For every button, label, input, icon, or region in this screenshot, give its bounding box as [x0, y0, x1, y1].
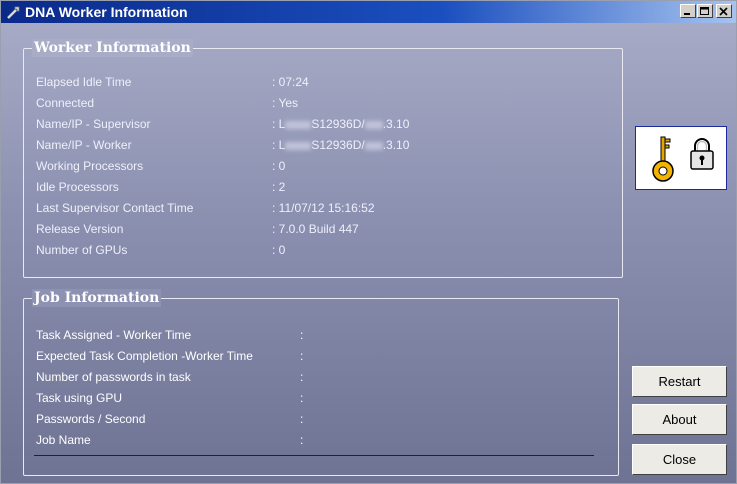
expected-completion-value: : — [300, 349, 304, 363]
task-using-gpu-label: Task using GPU — [36, 391, 123, 405]
tools-icon — [6, 4, 22, 20]
window-title: DNA Worker Information — [25, 4, 188, 20]
key-icon — [650, 133, 676, 187]
close-button[interactable]: Close — [632, 444, 727, 475]
passwords-in-task-label: Number of passwords in task — [36, 370, 191, 384]
last-contact-value: : 11/07/12 15:16:52 — [272, 201, 375, 215]
restart-button[interactable]: Restart — [632, 366, 727, 397]
task-using-gpu-value: : — [300, 391, 304, 405]
release-version-label: Release Version — [36, 222, 124, 236]
about-button[interactable]: About — [632, 404, 727, 435]
redacted-text — [285, 141, 312, 150]
passwords-per-second-label: Passwords / Second — [36, 412, 146, 426]
close-window-button[interactable] — [716, 4, 732, 18]
number-of-gpus-value: : 0 — [272, 243, 286, 257]
passwords-per-second-value: : — [300, 412, 304, 426]
expected-completion-label: Expected Task Completion -Worker Time — [36, 349, 253, 363]
dna-worker-window: DNA Worker Information Worker Informatio… — [0, 0, 737, 484]
padlock-icon — [688, 137, 716, 175]
job-information-group: Job Information Task Assigned - Worker T… — [23, 289, 619, 476]
redacted-text — [364, 120, 383, 129]
working-processors-label: Working Processors — [36, 159, 144, 173]
task-assigned-label: Task Assigned - Worker Time — [36, 328, 192, 342]
number-of-gpus-label: Number of GPUs — [36, 243, 128, 257]
task-assigned-value: : — [300, 328, 304, 342]
worker-information-group: Worker Information Elapsed Idle Time : 0… — [23, 39, 623, 278]
passwords-in-task-value: : — [300, 370, 304, 384]
maximize-button[interactable] — [697, 4, 713, 18]
supervisor-ip-label: Name/IP - Supervisor — [36, 117, 151, 131]
redacted-text — [285, 120, 312, 129]
security-status-panel — [635, 126, 727, 190]
last-contact-label: Last Supervisor Contact Time — [36, 201, 194, 215]
elapsed-idle-time-value: : 07:24 — [272, 75, 309, 89]
worker-information-heading: Worker Information — [32, 39, 193, 57]
title-bar[interactable]: DNA Worker Information — [1, 1, 736, 23]
elapsed-idle-time-label: Elapsed Idle Time — [36, 75, 132, 89]
worker-ip-value: : L S12936D/.3.10 — [272, 138, 410, 152]
job-name-value: : — [300, 433, 304, 447]
connected-value: : Yes — [272, 96, 299, 110]
worker-ip-label: Name/IP - Worker — [36, 138, 132, 152]
job-information-heading: Job Information — [32, 289, 162, 307]
redacted-text — [364, 141, 383, 150]
working-processors-value: : 0 — [272, 159, 286, 173]
idle-processors-label: Idle Processors — [36, 180, 119, 194]
job-name-label: Job Name — [36, 433, 91, 447]
supervisor-ip-value: : L S12936D/.3.10 — [272, 117, 410, 131]
release-version-value: : 7.0.0 Build 447 — [272, 222, 359, 236]
connected-label: Connected — [36, 96, 95, 110]
minimize-button[interactable] — [680, 4, 696, 18]
job-divider — [34, 455, 594, 456]
idle-processors-value: : 2 — [272, 180, 286, 194]
